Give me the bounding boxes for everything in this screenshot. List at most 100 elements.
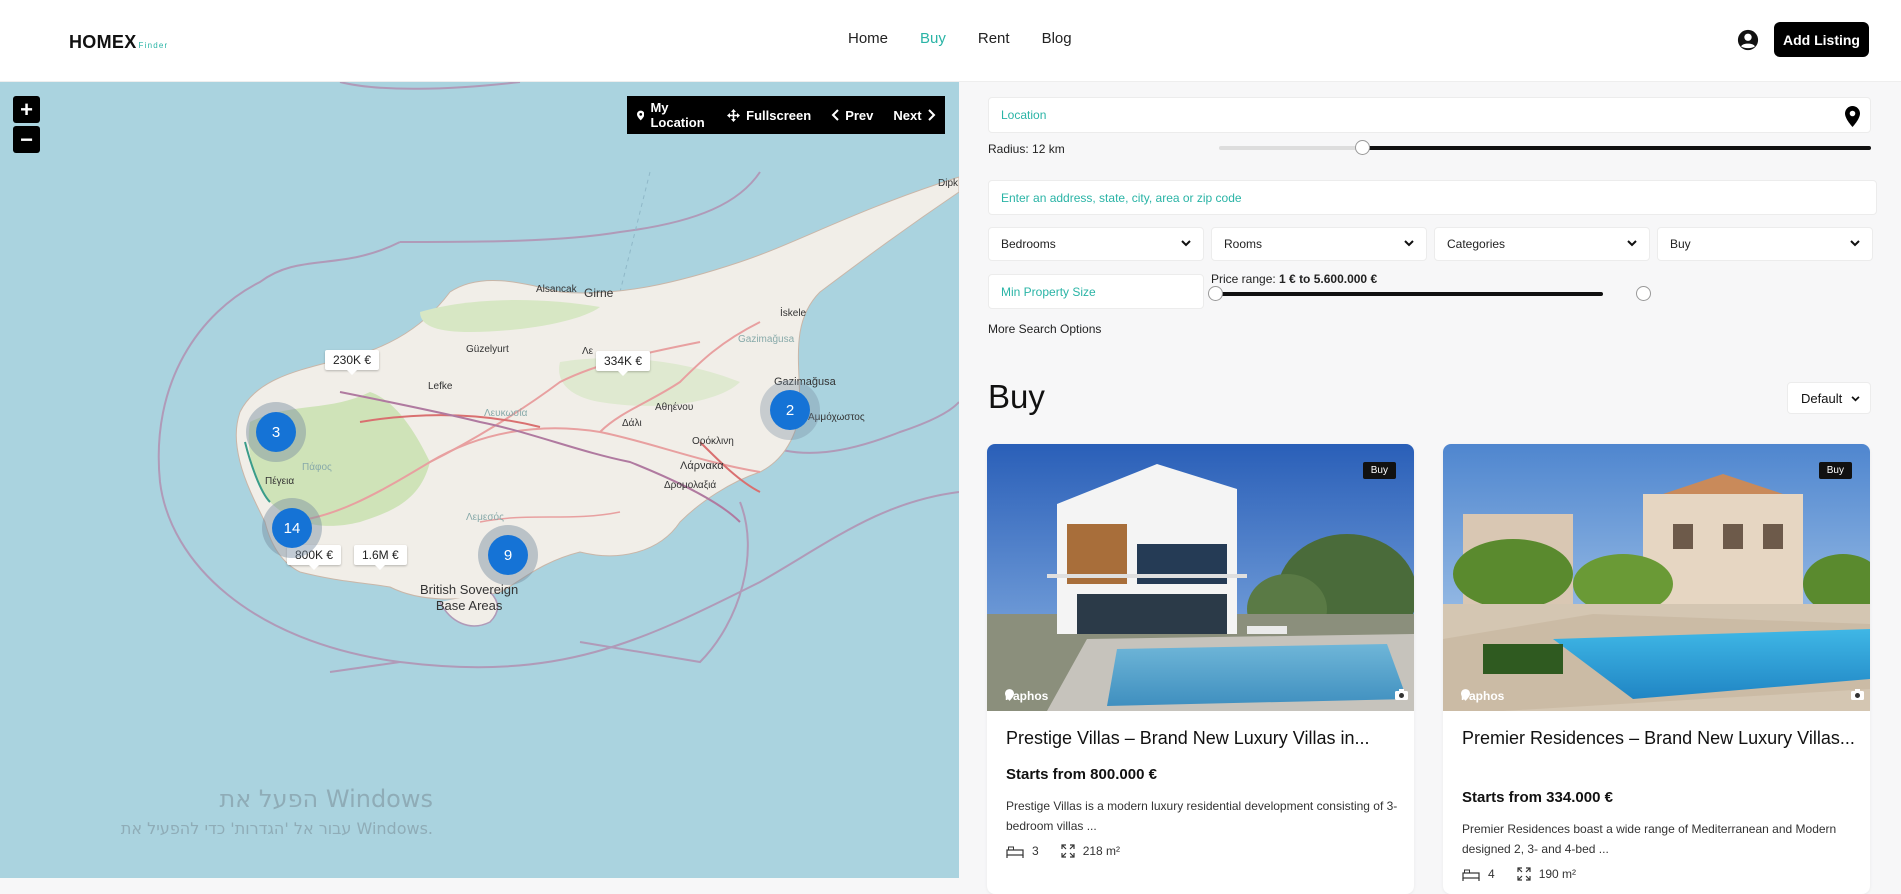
logo[interactable]: HOMEX Finder <box>69 32 168 53</box>
nav-blog[interactable]: Blog <box>1042 30 1072 47</box>
place-label: Alsancak <box>536 284 577 295</box>
map-pin-icon <box>637 110 645 120</box>
place-label: İskele <box>780 308 807 319</box>
radius-label: Radius: 12 km <box>988 142 1065 156</box>
map-view[interactable]: + − My Location Fullscreen Prev Next Als… <box>0 82 959 878</box>
zoom-in-button[interactable]: + <box>13 96 40 123</box>
map-cluster[interactable]: 3 <box>246 402 306 462</box>
address-input[interactable]: Enter an address, state, city, area or z… <box>988 180 1877 215</box>
price-range-value: 1 € to 5.600.000 € <box>1279 272 1378 286</box>
map-pin-icon <box>1461 689 1470 701</box>
radius-slider-fill <box>1362 146 1871 150</box>
property-title[interactable]: Prestige Villas – Brand New Luxury Villa… <box>1006 726 1401 750</box>
bed-icon <box>1006 846 1024 858</box>
photo-count[interactable]: 5 <box>1395 689 1409 703</box>
place-label: Πάφος <box>302 462 332 473</box>
select-value: Categories <box>1447 237 1506 251</box>
map-pin-icon <box>1005 689 1014 701</box>
main-nav: Home Buy Rent Blog <box>848 30 1072 47</box>
bed-icon <box>1462 869 1480 881</box>
prev-button[interactable]: Prev <box>831 108 873 123</box>
user-circle-icon[interactable] <box>1737 29 1759 51</box>
bedrooms-select[interactable]: Bedrooms <box>988 227 1204 261</box>
residence-photo <box>1443 444 1870 711</box>
price-marker[interactable]: 230K € <box>325 350 380 375</box>
sort-value: Default <box>1801 390 1843 406</box>
bedroom-count: 4 <box>1488 867 1495 881</box>
next-button[interactable]: Next <box>893 108 941 123</box>
price-slider-min-thumb[interactable] <box>1208 286 1223 301</box>
radius-slider-thumb[interactable] <box>1355 140 1371 155</box>
categories-select[interactable]: Categories <box>1434 227 1650 261</box>
camera-icon <box>1395 689 1409 700</box>
results-title: Buy <box>988 378 1045 415</box>
map-cluster[interactable]: 2 <box>760 380 820 440</box>
expand-area-icon <box>1061 844 1075 858</box>
place-label: Λε <box>582 346 594 357</box>
place-label: Girne <box>584 286 614 300</box>
address-placeholder: Enter an address, state, city, area or z… <box>1001 190 1242 205</box>
price-marker[interactable]: 334K € <box>596 351 651 376</box>
zoom-out-button[interactable]: − <box>13 126 40 153</box>
price-marker[interactable]: 1.6M € <box>354 545 407 570</box>
place-label: Λεμεσός <box>466 512 504 523</box>
nav-rent[interactable]: Rent <box>978 30 1010 47</box>
property-meta: 3 218 m² <box>1006 844 1120 858</box>
listing-type-badge: Buy <box>1362 462 1396 479</box>
property-card[interactable]: Buy Paphos 5 Prestige Villas – Brand New… <box>987 444 1414 894</box>
rooms-select[interactable]: Rooms <box>1211 227 1427 261</box>
results-panel: Location Radius: 12 km Enter an address,… <box>959 82 1901 894</box>
region-label-line: Base Areas <box>435 598 503 613</box>
property-description: Premier Residences boast a wide range of… <box>1462 822 1837 856</box>
villa-photo <box>987 444 1414 711</box>
place-label: Λάρνακα <box>680 460 724 472</box>
region-label: British Sovereign Base Areas <box>420 582 518 614</box>
property-title[interactable]: Premier Residences – Brand New Luxury Vi… <box>1462 726 1857 750</box>
site-header: HOMEX Finder Home Buy Rent Blog Add List… <box>0 0 1901 82</box>
min-size-placeholder: Min Property Size <box>1001 284 1096 299</box>
place-label: Πέγεια <box>265 476 295 487</box>
place-label: Δάλι <box>622 418 642 429</box>
more-search-options-link[interactable]: More Search Options <box>988 322 1101 336</box>
my-location-button[interactable]: My Location <box>637 100 707 130</box>
add-listing-button[interactable]: Add Listing <box>1774 22 1869 57</box>
min-size-input[interactable]: Min Property Size <box>988 274 1204 309</box>
fullscreen-button[interactable]: Fullscreen <box>727 108 811 123</box>
price-slider-max-thumb[interactable] <box>1636 286 1651 301</box>
logo-text: HOMEX <box>69 32 137 52</box>
map-pin-icon <box>1845 106 1860 127</box>
map-cluster[interactable]: 9 <box>478 525 538 585</box>
price-range-label: Price range: 1 € to 5.600.000 € <box>1211 272 1377 286</box>
sort-select[interactable]: Default <box>1787 382 1871 414</box>
property-card[interactable]: Buy Paphos 8 Premier Residences – Brand … <box>1443 444 1870 894</box>
chevron-down-icon <box>1850 240 1860 247</box>
move-arrows-icon <box>727 108 741 122</box>
select-value: Bedrooms <box>1001 237 1056 251</box>
property-description: Prestige Villas is a modern luxury resid… <box>1006 799 1398 833</box>
chevron-left-icon <box>831 109 839 121</box>
property-location: Paphos <box>1005 689 1048 703</box>
property-image[interactable]: Buy Paphos 5 <box>987 444 1414 711</box>
photo-count[interactable]: 8 <box>1851 689 1865 703</box>
map-cluster[interactable]: 14 <box>262 498 322 558</box>
property-price: Starts from 800.000 € <box>1006 766 1157 783</box>
nav-buy[interactable]: Buy <box>920 30 946 47</box>
prev-label: Prev <box>845 107 874 123</box>
property-area: 190 m² <box>1538 867 1577 881</box>
chevron-down-icon <box>1181 240 1191 247</box>
my-location-label: My Location <box>650 100 705 130</box>
nav-home[interactable]: Home <box>848 30 888 47</box>
place-label: Dipk <box>938 178 959 189</box>
property-area: 218 m² <box>1082 844 1121 858</box>
place-label: Gazimağusa <box>738 334 795 345</box>
cluster-count: 3 <box>256 412 296 452</box>
type-select[interactable]: Buy <box>1657 227 1873 261</box>
property-image[interactable]: Buy Paphos 8 <box>1443 444 1870 711</box>
place-label: Δρομολαξιά <box>664 480 717 491</box>
select-value: Rooms <box>1224 237 1263 251</box>
chevron-down-icon <box>1627 240 1637 247</box>
property-location: Paphos <box>1461 689 1504 703</box>
price-slider-track[interactable] <box>1215 292 1603 296</box>
price-range-title: Price range: <box>1211 272 1276 286</box>
location-input[interactable]: Location <box>988 97 1871 133</box>
